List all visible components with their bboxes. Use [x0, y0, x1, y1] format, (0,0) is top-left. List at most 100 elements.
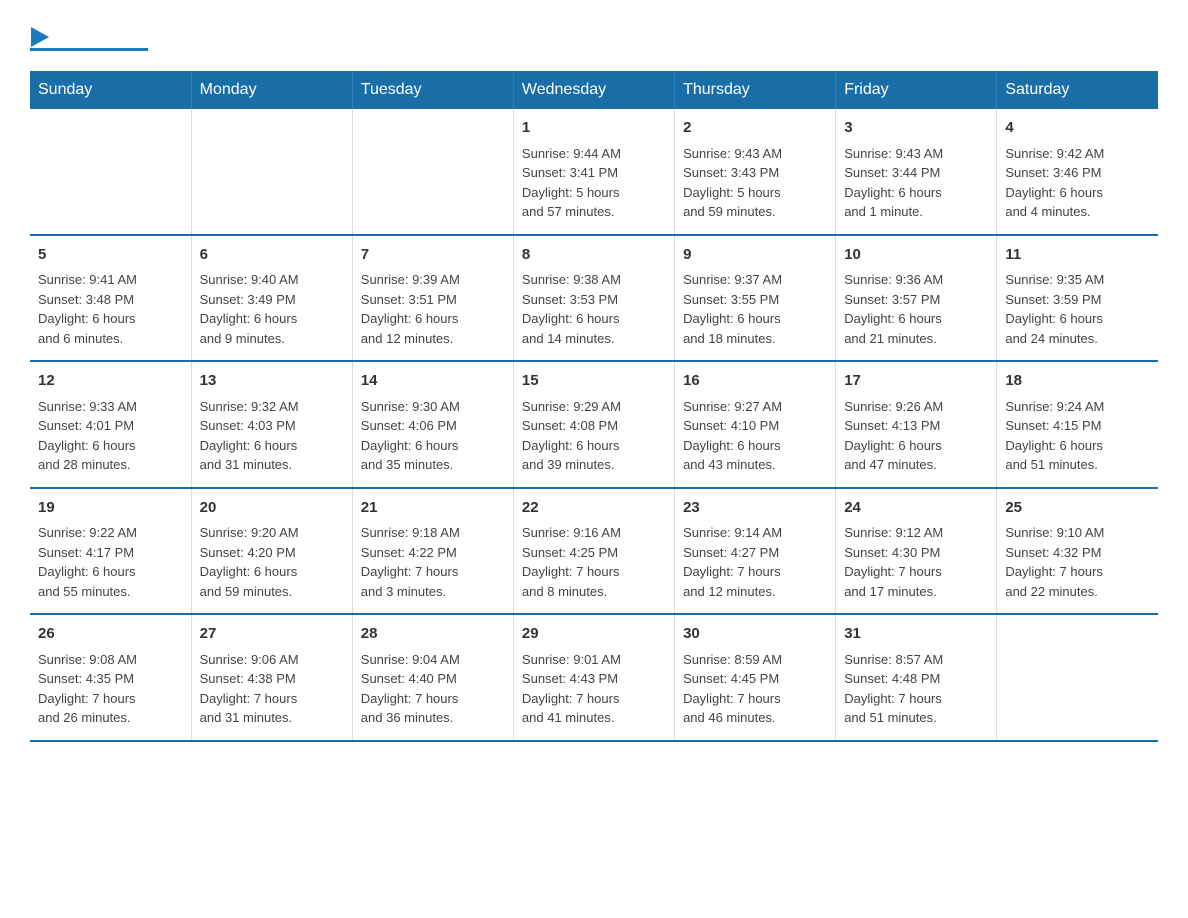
calendar-cell: 24Sunrise: 9:12 AM Sunset: 4:30 PM Dayli… — [836, 488, 997, 615]
calendar-cell: 19 Sunrise: 9:22 AM Sunset: 4:17 PM Dayli… — [30, 488, 191, 615]
day-info: Sunrise: 9:38 AM Sunset: 3:53 PM Dayligh… — [522, 270, 666, 348]
calendar-cell: 29 Sunrise: 9:01 AM Sunset: 4:43 PM Dayli… — [513, 614, 674, 741]
calendar-cell: 12Sunrise: 9:33 AM Sunset: 4:01 PM Dayli… — [30, 361, 191, 488]
calendar-cell: 16 Sunrise: 9:27 AM Sunset: 4:10 PM Dayli… — [675, 361, 836, 488]
calendar-body: 1 Sunrise: 9:44 AM Sunset: 3:41 PM Daylig… — [30, 109, 1158, 741]
calendar-cell: 26 Sunrise: 9:08 AM Sunset: 4:35 PM Dayli… — [30, 614, 191, 741]
day-info: Sunrise: 9:39 AM Sunset: 3:51 PM Dayligh… — [361, 270, 505, 348]
calendar-cell: 21 Sunrise: 9:18 AM Sunset: 4:22 PM Dayli… — [352, 488, 513, 615]
day-info: Sunrise: 9:27 AM Sunset: 4:10 PM Dayligh… — [683, 397, 827, 475]
day-number: 22 — [522, 497, 666, 520]
calendar-cell: 28 Sunrise: 9:04 AM Sunset: 4:40 PM Dayli… — [352, 614, 513, 741]
calendar-cell: 22 Sunrise: 9:16 AM Sunset: 4:25 PM Dayli… — [513, 488, 674, 615]
day-info: Sunrise: 9:08 AM Sunset: 4:35 PM Dayligh… — [38, 650, 183, 728]
weekday-header-saturday: Saturday — [997, 71, 1158, 109]
day-number: 21 — [361, 497, 505, 520]
calendar-cell: 9 Sunrise: 9:37 AM Sunset: 3:55 PM Daylig… — [675, 235, 836, 362]
day-info: Sunrise: 9:42 AM Sunset: 3:46 PM Dayligh… — [1005, 144, 1150, 222]
calendar-cell: 4 Sunrise: 9:42 AM Sunset: 3:46 PM Daylig… — [997, 109, 1158, 235]
day-number: 14 — [361, 370, 505, 393]
calendar-cell: 7Sunrise: 9:39 AM Sunset: 3:51 PM Daylig… — [352, 235, 513, 362]
day-number: 18 — [1005, 370, 1150, 393]
page-header — [30, 20, 1158, 51]
day-info: Sunrise: 9:04 AM Sunset: 4:40 PM Dayligh… — [361, 650, 505, 728]
calendar-table: SundayMondayTuesdayWednesdayThursdayFrid… — [30, 71, 1158, 742]
day-number: 28 — [361, 623, 505, 646]
day-info: Sunrise: 9:16 AM Sunset: 4:25 PM Dayligh… — [522, 523, 666, 601]
calendar-header: SundayMondayTuesdayWednesdayThursdayFrid… — [30, 71, 1158, 109]
calendar-cell — [30, 109, 191, 235]
day-number: 11 — [1005, 244, 1150, 267]
day-info: Sunrise: 9:40 AM Sunset: 3:49 PM Dayligh… — [200, 270, 344, 348]
day-number: 13 — [200, 370, 344, 393]
day-info: Sunrise: 9:36 AM Sunset: 3:57 PM Dayligh… — [844, 270, 988, 348]
day-number: 1 — [522, 117, 666, 140]
day-number: 23 — [683, 497, 827, 520]
day-number: 19 — [38, 497, 183, 520]
day-info: Sunrise: 9:43 AM Sunset: 3:43 PM Dayligh… — [683, 144, 827, 222]
weekday-header-row: SundayMondayTuesdayWednesdayThursdayFrid… — [30, 71, 1158, 109]
day-info: Sunrise: 9:44 AM Sunset: 3:41 PM Dayligh… — [522, 144, 666, 222]
day-info: Sunrise: 9:06 AM Sunset: 4:38 PM Dayligh… — [200, 650, 344, 728]
day-info: Sunrise: 9:22 AM Sunset: 4:17 PM Dayligh… — [38, 523, 183, 601]
day-info: Sunrise: 8:59 AM Sunset: 4:45 PM Dayligh… — [683, 650, 827, 728]
calendar-cell: 31Sunrise: 8:57 AM Sunset: 4:48 PM Dayli… — [836, 614, 997, 741]
calendar-week-1: 1 Sunrise: 9:44 AM Sunset: 3:41 PM Daylig… — [30, 109, 1158, 235]
calendar-cell: 17 Sunrise: 9:26 AM Sunset: 4:13 PM Dayli… — [836, 361, 997, 488]
day-number: 17 — [844, 370, 988, 393]
day-number: 12 — [38, 370, 183, 393]
day-number: 8 — [522, 244, 666, 267]
calendar-cell: 23Sunrise: 9:14 AM Sunset: 4:27 PM Dayli… — [675, 488, 836, 615]
day-number: 10 — [844, 244, 988, 267]
day-info: Sunrise: 9:41 AM Sunset: 3:48 PM Dayligh… — [38, 270, 183, 348]
calendar-cell — [997, 614, 1158, 741]
day-number: 27 — [200, 623, 344, 646]
logo-triangle-icon — [31, 27, 53, 49]
day-number: 31 — [844, 623, 988, 646]
day-number: 25 — [1005, 497, 1150, 520]
calendar-week-2: 5 Sunrise: 9:41 AM Sunset: 3:48 PM Daylig… — [30, 235, 1158, 362]
calendar-cell: 10 Sunrise: 9:36 AM Sunset: 3:57 PM Dayli… — [836, 235, 997, 362]
calendar-week-4: 19 Sunrise: 9:22 AM Sunset: 4:17 PM Dayli… — [30, 488, 1158, 615]
day-number: 20 — [200, 497, 344, 520]
day-info: Sunrise: 9:37 AM Sunset: 3:55 PM Dayligh… — [683, 270, 827, 348]
day-number: 29 — [522, 623, 666, 646]
day-info: Sunrise: 9:30 AM Sunset: 4:06 PM Dayligh… — [361, 397, 505, 475]
day-number: 16 — [683, 370, 827, 393]
day-number: 4 — [1005, 117, 1150, 140]
day-number: 30 — [683, 623, 827, 646]
calendar-cell: 1 Sunrise: 9:44 AM Sunset: 3:41 PM Daylig… — [513, 109, 674, 235]
weekday-header-monday: Monday — [191, 71, 352, 109]
day-info: Sunrise: 9:43 AM Sunset: 3:44 PM Dayligh… — [844, 144, 988, 222]
calendar-cell: 18Sunrise: 9:24 AM Sunset: 4:15 PM Dayli… — [997, 361, 1158, 488]
calendar-cell — [191, 109, 352, 235]
day-info: Sunrise: 9:10 AM Sunset: 4:32 PM Dayligh… — [1005, 523, 1150, 601]
calendar-cell: 20Sunrise: 9:20 AM Sunset: 4:20 PM Dayli… — [191, 488, 352, 615]
day-number: 5 — [38, 244, 183, 267]
calendar-cell: 25 Sunrise: 9:10 AM Sunset: 4:32 PM Dayli… — [997, 488, 1158, 615]
day-info: Sunrise: 9:12 AM Sunset: 4:30 PM Dayligh… — [844, 523, 988, 601]
day-number: 15 — [522, 370, 666, 393]
calendar-cell — [352, 109, 513, 235]
calendar-week-5: 26 Sunrise: 9:08 AM Sunset: 4:35 PM Dayli… — [30, 614, 1158, 741]
day-number: 9 — [683, 244, 827, 267]
day-info: Sunrise: 9:35 AM Sunset: 3:59 PM Dayligh… — [1005, 270, 1150, 348]
logo-underline — [30, 48, 148, 51]
calendar-cell: 14 Sunrise: 9:30 AM Sunset: 4:06 PM Dayli… — [352, 361, 513, 488]
calendar-cell: 8 Sunrise: 9:38 AM Sunset: 3:53 PM Daylig… — [513, 235, 674, 362]
calendar-cell: 13 Sunrise: 9:32 AM Sunset: 4:03 PM Dayli… — [191, 361, 352, 488]
day-info: Sunrise: 9:29 AM Sunset: 4:08 PM Dayligh… — [522, 397, 666, 475]
logo — [30, 20, 148, 51]
day-info: Sunrise: 9:18 AM Sunset: 4:22 PM Dayligh… — [361, 523, 505, 601]
calendar-cell: 27 Sunrise: 9:06 AM Sunset: 4:38 PM Dayli… — [191, 614, 352, 741]
day-number: 26 — [38, 623, 183, 646]
weekday-header-tuesday: Tuesday — [352, 71, 513, 109]
day-info: Sunrise: 9:01 AM Sunset: 4:43 PM Dayligh… — [522, 650, 666, 728]
calendar-cell: 30 Sunrise: 8:59 AM Sunset: 4:45 PM Dayli… — [675, 614, 836, 741]
day-info: Sunrise: 9:32 AM Sunset: 4:03 PM Dayligh… — [200, 397, 344, 475]
day-info: Sunrise: 9:26 AM Sunset: 4:13 PM Dayligh… — [844, 397, 988, 475]
day-number: 6 — [200, 244, 344, 267]
weekday-header-friday: Friday — [836, 71, 997, 109]
calendar-cell: 2Sunrise: 9:43 AM Sunset: 3:43 PM Daylig… — [675, 109, 836, 235]
calendar-cell: 5 Sunrise: 9:41 AM Sunset: 3:48 PM Daylig… — [30, 235, 191, 362]
